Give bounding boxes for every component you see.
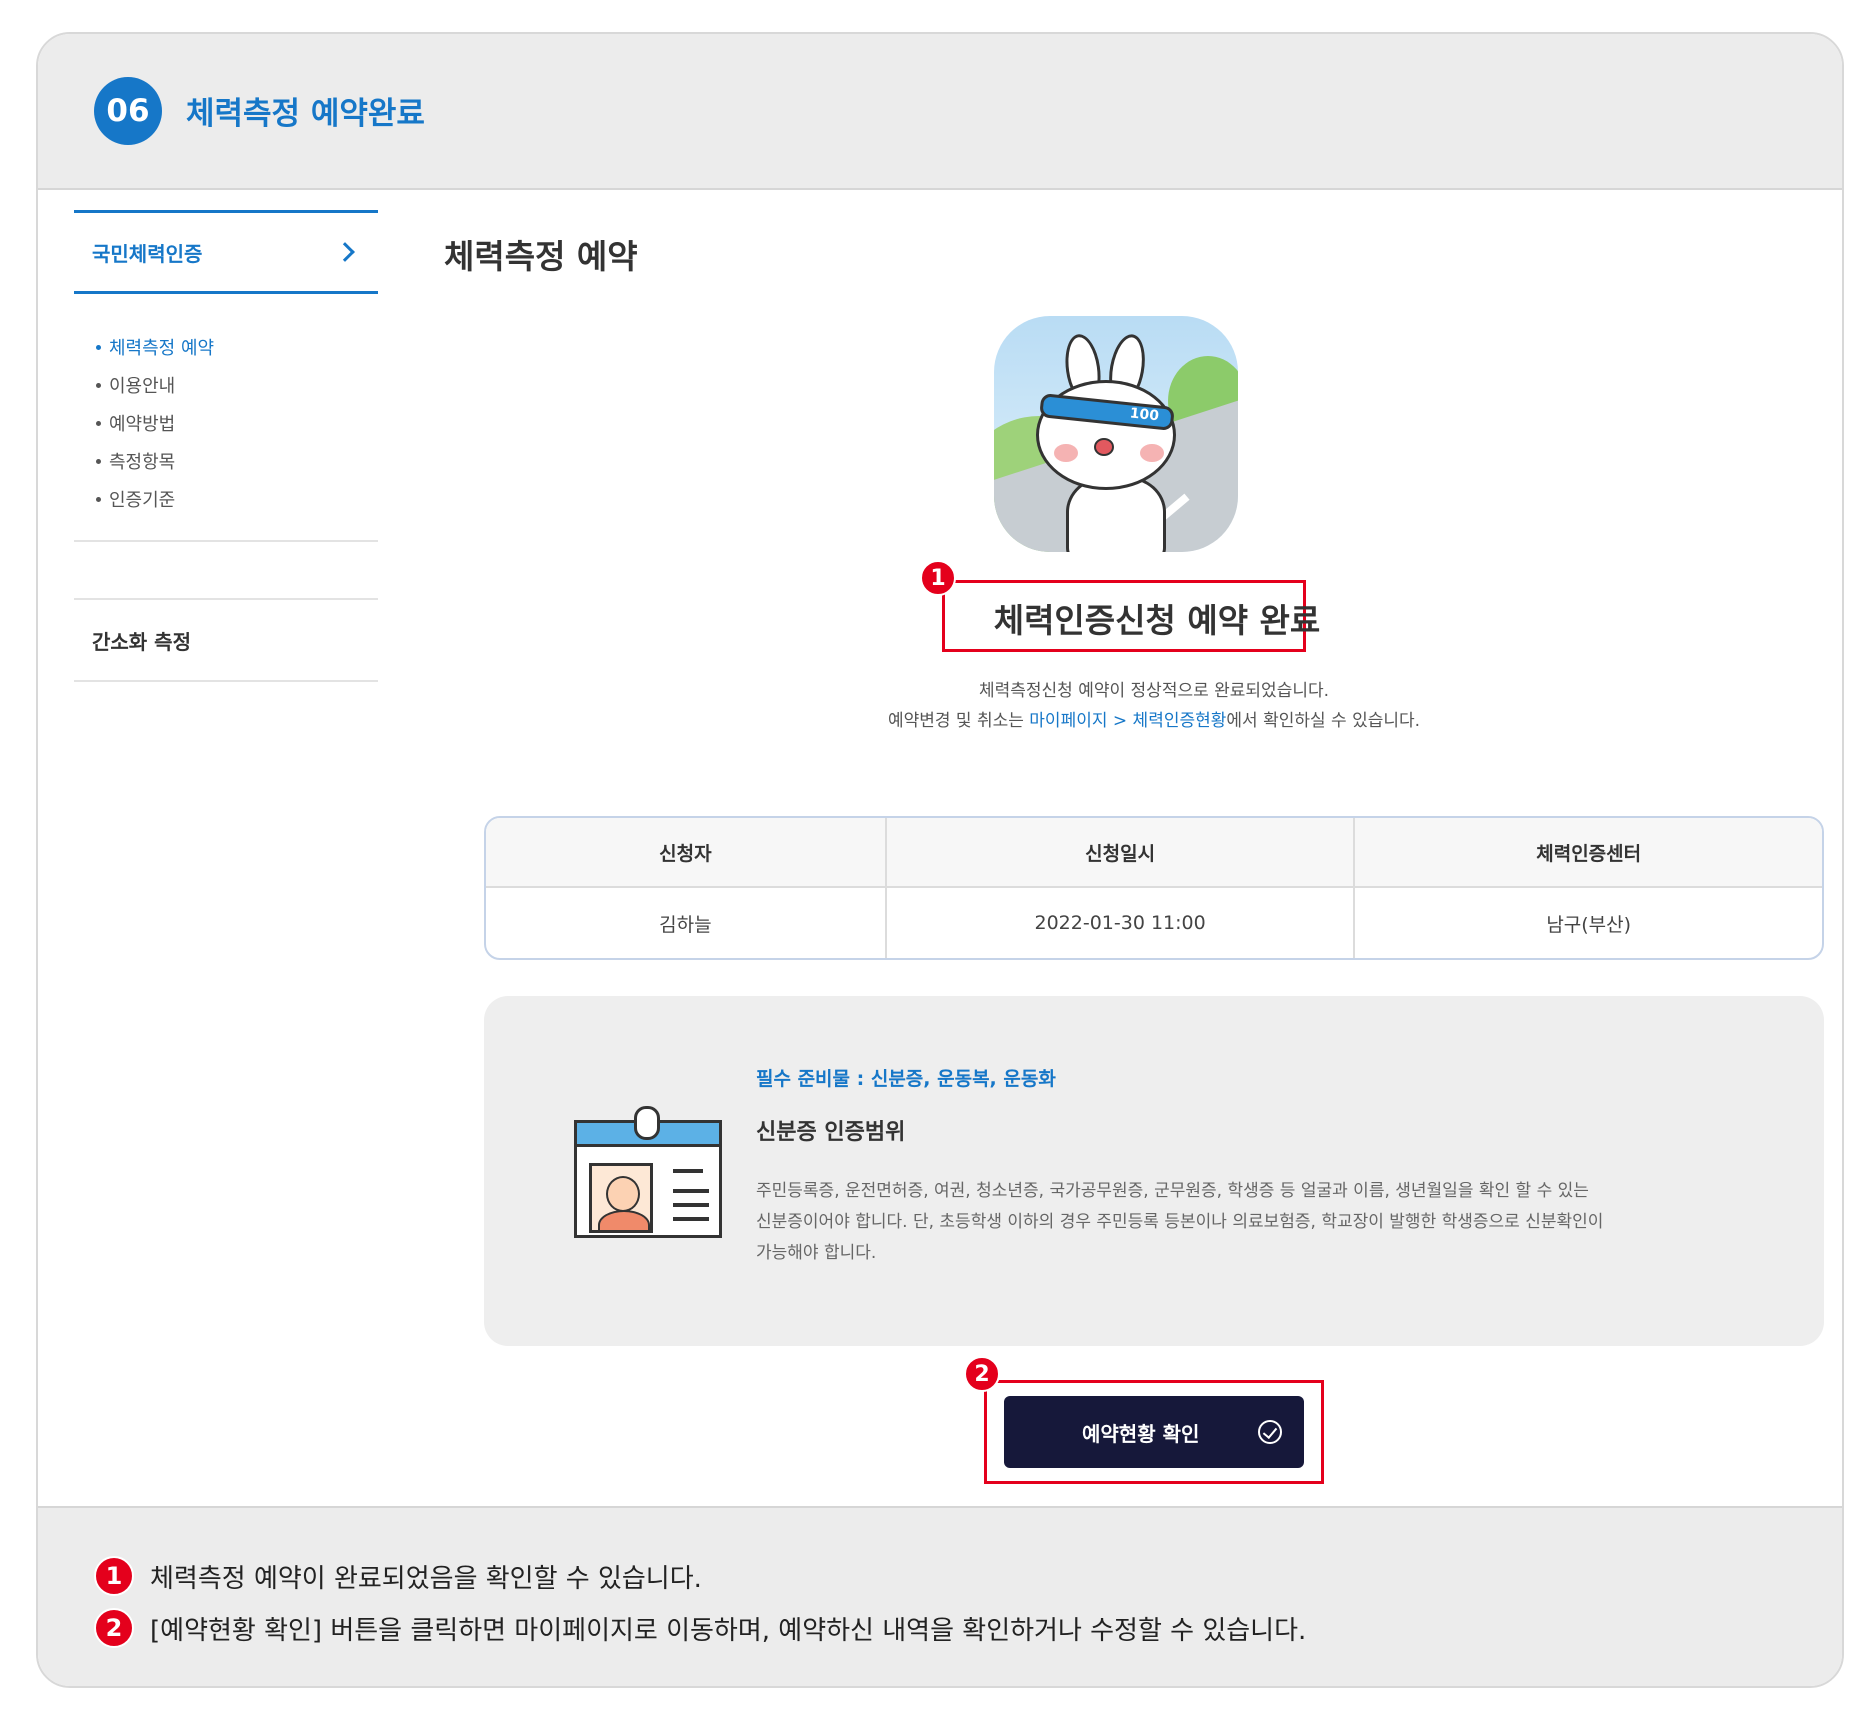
sidebar-section-simplified[interactable]: 간소화 측정 <box>74 598 378 682</box>
check-circle-icon <box>1258 1420 1282 1444</box>
reservation-status-button-label: 예약현황 확인 <box>1082 1421 1200 1446</box>
table-cell-applicant: 김하늘 <box>486 888 887 958</box>
guide-frame: 06 체력측정 예약완료 국민체력인증 체력측정 예약 이용안내 예약방법 측정… <box>36 32 1844 1688</box>
sidebar-item-usage-guide[interactable]: 이용안내 <box>96 366 378 404</box>
required-items-text: 필수 준비물 : 신분증, 운동복, 운동화 <box>756 1068 1056 1090</box>
id-scope-heading: 신분증 인증범위 <box>756 1120 906 1145</box>
annotation-note-1-text: 체력측정 예약이 완료되었음을 확인할 수 있습니다. <box>150 1563 702 1594</box>
sidebar-item-measurement-items[interactable]: 측정항목 <box>96 442 378 480</box>
sidebar-item-label: 이용안내 <box>109 376 176 397</box>
chevron-right-icon <box>335 242 355 262</box>
bullet-icon <box>96 458 101 464</box>
bullet-icon <box>96 344 101 350</box>
bullet-icon <box>96 420 101 426</box>
sidebar-item-label: 인증기준 <box>109 490 176 511</box>
annotation-footer: 1 체력측정 예약이 완료되었음을 확인할 수 있습니다. 2 [예약현황 확인… <box>38 1506 1842 1686</box>
annotation-badge-1: 1 <box>920 560 956 596</box>
annotation-note-2: 2 [예약현황 확인] 버튼을 클릭하면 마이페이지로 이동하며, 예약하신 내… <box>94 1608 1306 1648</box>
table-header-applicant: 신청자 <box>486 818 887 886</box>
annotation-note-2-text: [예약현황 확인] 버튼을 클릭하면 마이페이지로 이동하며, 예약하신 내역을… <box>150 1615 1307 1646</box>
footer-badge-2: 2 <box>94 1608 134 1648</box>
completion-title: 체력인증신청 예약 완료 <box>993 601 1321 640</box>
sidebar-item-label: 체력측정 예약 <box>109 338 215 359</box>
completion-message: 체력측정신청 예약이 정상적으로 완료되었습니다. <box>978 681 1330 701</box>
footer-badge-1: 1 <box>94 1556 134 1596</box>
step-header: 06 체력측정 예약완료 <box>38 34 1842 190</box>
annotation-note-1: 1 체력측정 예약이 완료되었음을 확인할 수 있습니다. <box>94 1556 702 1596</box>
id-scope-description: 주민등록증, 운전면허증, 여권, 청소년증, 국가공무원증, 군무원증, 학생… <box>756 1181 1604 1263</box>
id-card-icon <box>574 1106 722 1238</box>
table-header-center: 체력인증센터 <box>1536 842 1642 865</box>
change-cancel-message: 예약변경 및 취소는 마이페이지 > 체력인증현황에서 확인하실 수 있습니다. <box>887 711 1421 731</box>
sidebar-item-reservation-method[interactable]: 예약방법 <box>96 404 378 442</box>
sidebar-section-label: 국민체력인증 <box>92 241 203 266</box>
reservation-info-table: 신청자 신청일시 체력인증센터 김하늘 2022-01-30 11:00 남구(… <box>484 816 1824 960</box>
table-cell-center: 남구(부산) <box>1546 913 1632 936</box>
sidebar-submenu: 체력측정 예약 이용안내 예약방법 측정항목 인증기준 <box>74 294 378 542</box>
table-row: 김하늘 2022-01-30 11:00 남구(부산) <box>486 888 1822 958</box>
reservation-status-button[interactable]: 예약현황 확인 <box>1004 1396 1304 1468</box>
table-header-row: 신청자 신청일시 체력인증센터 <box>486 818 1822 888</box>
mascot-headband-text: 100 <box>1128 405 1160 425</box>
sidebar-item-fitness-reservation[interactable]: 체력측정 예약 <box>96 328 378 366</box>
bullet-icon <box>96 496 101 502</box>
table-cell-datetime: 2022-01-30 11:00 <box>887 888 1356 958</box>
sidebar-item-label: 측정항목 <box>109 452 176 473</box>
sidebar-item-label: 예약방법 <box>109 414 176 435</box>
bullet-icon <box>96 382 101 388</box>
page-title: 체력측정 예약 <box>444 237 638 276</box>
sidebar-item-certification-criteria[interactable]: 인증기준 <box>96 480 378 518</box>
mascot-bunny-illustration: 100 <box>994 316 1238 552</box>
table-header-datetime: 신청일시 <box>887 818 1356 886</box>
annotation-badge-2: 2 <box>964 1356 1000 1392</box>
mypage-link[interactable]: 마이페이지 > 체력인증현황 <box>1029 711 1226 731</box>
step-title: 체력측정 예약완료 <box>186 96 425 132</box>
step-number-badge: 06 <box>94 77 162 145</box>
sidebar-section-national-fitness[interactable]: 국민체력인증 <box>74 210 378 294</box>
sidebar: 국민체력인증 체력측정 예약 이용안내 예약방법 측정항목 인증기준 간소화 측… <box>74 210 378 682</box>
notice-box: 필수 준비물 : 신분증, 운동복, 운동화 신분증 인증범위 주민등록증, 운… <box>484 996 1824 1346</box>
